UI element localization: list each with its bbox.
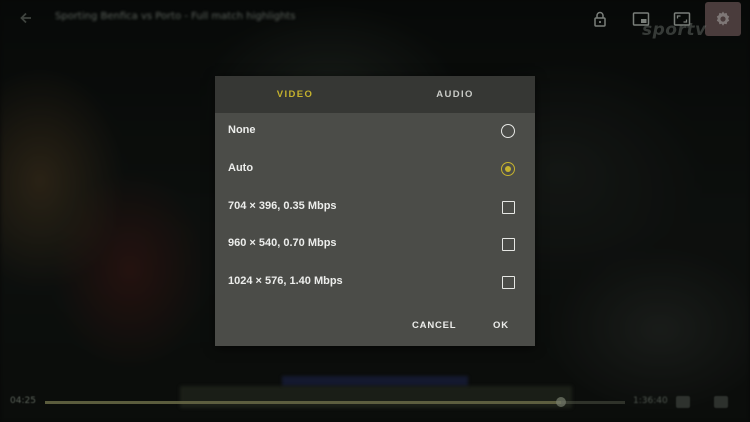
radio-button[interactable] <box>501 124 515 138</box>
option-label: None <box>228 124 256 136</box>
subtitle-bar <box>180 386 572 408</box>
player-top-bar: Sporting Benfica vs Porto - Full match h… <box>0 0 750 40</box>
seek-bar[interactable] <box>45 401 625 404</box>
subtitle-bar-top <box>282 376 468 386</box>
option-960x540[interactable]: 960 × 540, 0.70 Mbps <box>215 226 535 264</box>
seek-bar-progress <box>45 401 562 404</box>
option-label: 704 × 396, 0.35 Mbps <box>228 200 337 212</box>
current-time: 04:25 <box>10 396 36 406</box>
checkbox[interactable] <box>502 276 515 289</box>
checkbox[interactable] <box>502 201 515 214</box>
settings-button[interactable] <box>705 2 741 36</box>
arrow-left-icon[interactable] <box>18 10 34 26</box>
total-time: 1:36:40 <box>633 396 668 406</box>
ok-button[interactable]: OK <box>493 314 509 338</box>
subtitles-icon[interactable] <box>676 396 690 408</box>
checkbox[interactable] <box>502 238 515 251</box>
tab-audio[interactable]: AUDIO <box>375 76 535 113</box>
fullscreen-icon[interactable] <box>714 396 728 408</box>
option-label: 1024 × 576, 1.40 Mbps <box>228 275 343 287</box>
channel-watermark: sportv <box>642 20 707 40</box>
option-1024x576[interactable]: 1024 × 576, 1.40 Mbps <box>215 264 535 302</box>
radio-button-selected[interactable] <box>501 162 515 176</box>
video-title: Sporting Benfica vs Porto - Full match h… <box>55 11 296 22</box>
cancel-button[interactable]: CANCEL <box>412 314 456 338</box>
option-auto[interactable]: Auto <box>215 151 535 189</box>
tab-video[interactable]: VIDEO <box>215 76 375 113</box>
option-704x396[interactable]: 704 × 396, 0.35 Mbps <box>215 189 535 227</box>
option-label: Auto <box>228 162 254 174</box>
gear-icon <box>713 9 733 29</box>
dialog-tab-bar: VIDEO AUDIO <box>215 76 535 113</box>
option-none[interactable]: None <box>215 113 535 151</box>
option-label: 960 × 540, 0.70 Mbps <box>228 237 337 249</box>
track-selection-dialog: VIDEO AUDIO None Auto 704 × 396, 0.35 Mb… <box>215 76 535 346</box>
lock-icon[interactable] <box>590 9 610 29</box>
